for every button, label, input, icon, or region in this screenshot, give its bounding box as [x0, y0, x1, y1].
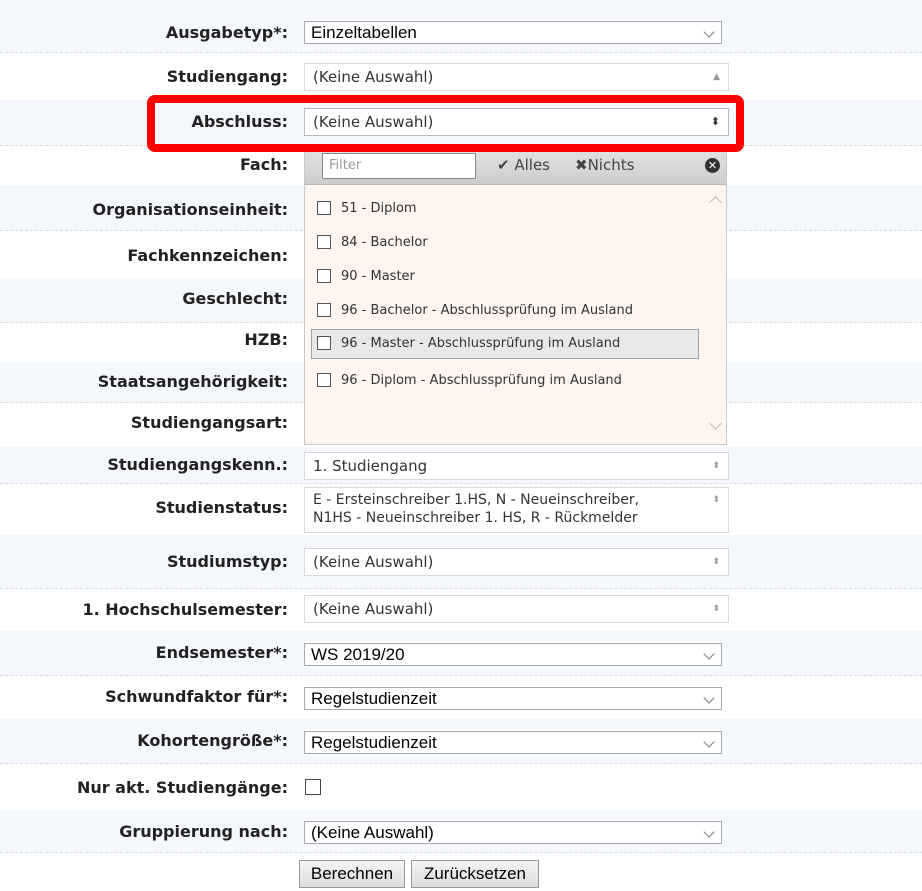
dropdown-header: Filter ✔ Alles ✖Nichts ✕ — [305, 148, 726, 185]
dropdown-scrollbar[interactable] — [708, 188, 724, 440]
label-organisationseinheit: Organisationseinheit: — [92, 200, 288, 219]
label-studiumstyp: Studiumstyp: — [166, 552, 288, 571]
list-item[interactable]: 90 - Master — [311, 262, 699, 292]
list-item[interactable]: 96 - Bachelor - Abschlussprüfung im Ausl… — [311, 296, 699, 326]
abschluss-dropdown: Filter ✔ Alles ✖Nichts ✕ 51 - Diplom 84 … — [304, 147, 727, 445]
label-hzb: HZB: — [244, 330, 288, 349]
select-all-link[interactable]: ✔ Alles — [497, 156, 550, 174]
highlight-box — [147, 95, 744, 152]
studiengangskenn-value: 1. Studiengang — [313, 457, 428, 475]
hochschulsemester-select[interactable]: (Keine Auswahl) ⬍ — [304, 595, 729, 623]
option-label: 96 - Diplom - Abschlussprüfung im Auslan… — [341, 373, 622, 388]
label-studiengang: Studiengang: — [166, 67, 288, 86]
label-geschlecht: Geschlecht: — [182, 289, 288, 308]
ausgabetyp-select[interactable]: Einzeltabellen — [304, 21, 722, 44]
list-item[interactable]: 51 - Diplom — [311, 194, 699, 224]
label-schwundfaktor: Schwundfaktor für*: — [105, 687, 288, 706]
gruppierung-value: (Keine Auswahl) — [311, 823, 434, 842]
checkbox[interactable] — [317, 235, 331, 249]
option-label: 90 - Master — [341, 269, 415, 284]
checkbox[interactable] — [317, 303, 331, 317]
label-ausgabetyp: Ausgabetyp*: — [165, 23, 288, 42]
studiengang-select[interactable]: (Keine Auswahl) ▲ — [304, 63, 729, 91]
label-endsemester: Endsemester*: — [155, 643, 288, 662]
studiengang-value: (Keine Auswahl) — [313, 68, 434, 86]
endsemester-select[interactable]: WS 2019/20 — [304, 643, 722, 666]
checkbox[interactable] — [317, 373, 331, 387]
chevron-down-icon — [703, 692, 715, 704]
x-icon: ✖ — [575, 156, 588, 174]
list-item[interactable]: 84 - Bachelor — [311, 228, 699, 258]
gruppierung-select[interactable]: (Keine Auswahl) — [304, 821, 722, 844]
checkbox[interactable] — [317, 336, 331, 350]
studienstatus-select[interactable]: E - Ersteinschreiber 1.HS, N - Neueinsch… — [304, 487, 729, 533]
up-down-arrows-icon: ⬍ — [712, 461, 720, 471]
label-fach: Fach: — [239, 155, 288, 174]
hochschulsemester-value: (Keine Auswahl) — [313, 600, 434, 618]
ausgabetyp-value: Einzeltabellen — [311, 23, 417, 42]
select-none-label: Nichts — [587, 156, 635, 174]
endsemester-value: WS 2019/20 — [311, 645, 405, 664]
kohortengroesse-select[interactable]: Regelstudienzeit — [304, 731, 722, 754]
list-item-highlighted[interactable]: 96 - Master - Abschlussprüfung im Auslan… — [311, 329, 699, 359]
scroll-up-icon[interactable] — [709, 196, 722, 209]
schwundfaktor-value: Regelstudienzeit — [311, 689, 437, 708]
nur-akt-checkbox[interactable] — [305, 779, 321, 795]
label-studienstatus: Studienstatus: — [155, 498, 288, 517]
chevron-down-icon — [703, 648, 715, 660]
label-studiengangsart: Studiengangsart: — [130, 413, 288, 432]
label-fachkennzeichen: Fachkennzeichen: — [127, 246, 288, 265]
studiumstyp-value: (Keine Auswahl) — [313, 553, 434, 571]
chevron-down-icon — [703, 826, 715, 838]
berechnen-button[interactable]: Berechnen — [299, 860, 405, 888]
list-item[interactable]: 96 - Diplom - Abschlussprüfung im Auslan… — [311, 366, 699, 396]
checkbox[interactable] — [317, 269, 331, 283]
label-gruppierung: Gruppierung nach: — [119, 822, 288, 841]
chevron-down-icon — [703, 736, 715, 748]
up-down-arrows-icon: ⬍ — [712, 495, 720, 505]
up-down-arrows-icon: ⬍ — [712, 557, 720, 567]
up-down-arrows-icon: ⬍ — [712, 604, 720, 614]
scroll-down-icon[interactable] — [709, 417, 722, 430]
label-kohortengroesse: Kohortengröße*: — [137, 731, 288, 750]
chevron-down-icon — [703, 26, 715, 38]
option-label: 51 - Diplom — [341, 201, 417, 216]
select-all-label: Alles — [514, 156, 550, 174]
select-none-link[interactable]: ✖Nichts — [575, 156, 634, 174]
option-label: 96 - Master - Abschlussprüfung im Auslan… — [341, 336, 621, 351]
studienstatus-value-line1: E - Ersteinschreiber 1.HS, N - Neueinsch… — [313, 492, 640, 508]
check-icon: ✔ — [497, 156, 510, 174]
studiengangskenn-select[interactable]: 1. Studiengang ⬍ — [304, 452, 729, 480]
kohortengroesse-value: Regelstudienzeit — [311, 733, 437, 752]
studiumstyp-select[interactable]: (Keine Auswahl) ⬍ — [304, 548, 729, 576]
filter-input[interactable]: Filter — [322, 153, 476, 179]
schwundfaktor-select[interactable]: Regelstudienzeit — [304, 687, 722, 710]
zuruecksetzen-button[interactable]: Zurücksetzen — [411, 860, 539, 888]
label-hochschulsemester: 1. Hochschulsemester: — [82, 600, 288, 619]
option-label: 84 - Bachelor — [341, 235, 428, 250]
up-down-arrows-icon: ▲ — [713, 72, 720, 82]
label-nur-akt: Nur akt. Studiengänge: — [76, 778, 288, 797]
checkbox[interactable] — [317, 201, 331, 215]
option-label: 96 - Bachelor - Abschlussprüfung im Ausl… — [341, 303, 633, 318]
label-studiengangskenn: Studiengangskenn.: — [107, 455, 288, 474]
label-staatsangehoerigkeit: Staatsangehörigkeit: — [97, 372, 288, 391]
close-icon[interactable]: ✕ — [705, 158, 720, 173]
studienstatus-value-line2: N1HS - Neueinschreiber 1. HS, R - Rückme… — [313, 510, 638, 526]
